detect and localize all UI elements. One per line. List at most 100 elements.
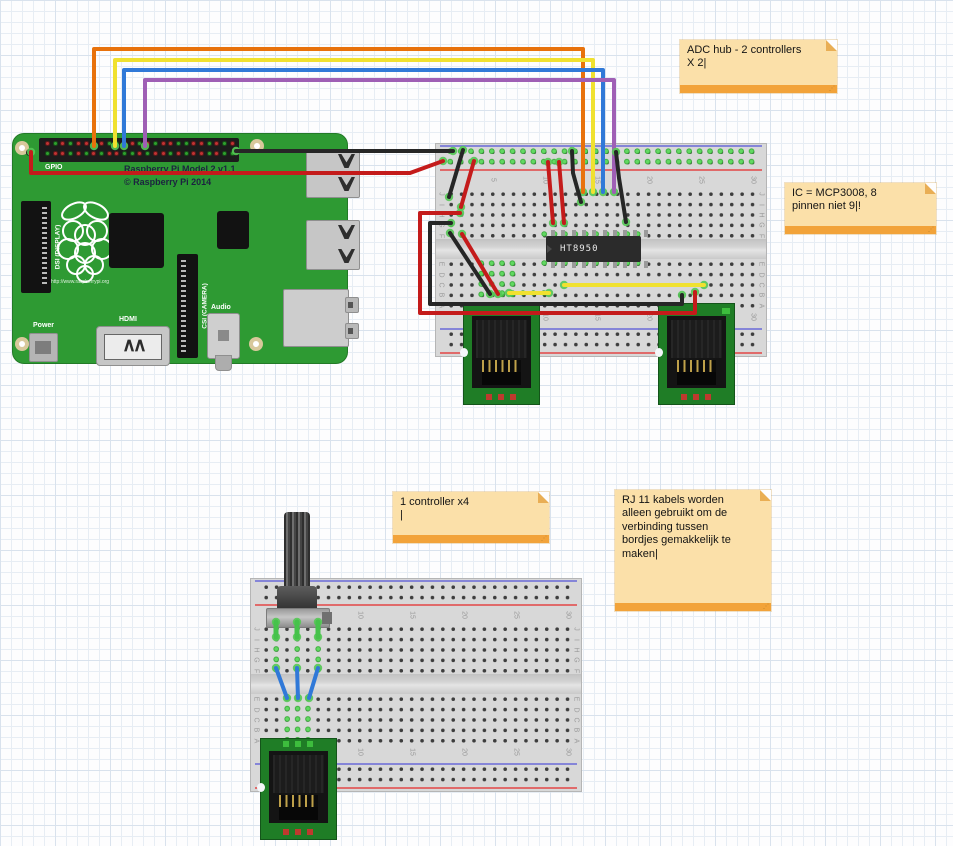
resize-grip-icon[interactable]: ⋰: [928, 226, 934, 234]
dsi-connector[interactable]: [21, 201, 51, 293]
audio-jack[interactable]: [207, 313, 240, 359]
ethernet-port[interactable]: [283, 289, 349, 347]
gpio-pin[interactable]: [168, 151, 173, 156]
ic-pin: [551, 261, 555, 268]
gpio-pin[interactable]: [76, 151, 81, 156]
gpio-pin[interactable]: [184, 151, 189, 156]
row-label: F: [253, 669, 260, 673]
gpio-pin[interactable]: [122, 151, 127, 156]
resize-grip-icon[interactable]: ⋰: [541, 535, 547, 543]
power-connector[interactable]: [29, 333, 58, 362]
hdmi-port[interactable]: ∧∧: [96, 326, 170, 366]
sticky-note-controller[interactable]: 1 controller x4 | ⋰: [393, 492, 549, 543]
note-text[interactable]: ADC hub - 2 controllers X 2|: [680, 40, 837, 85]
rj11-breakout-board[interactable]: [463, 303, 540, 405]
resize-grip-icon[interactable]: ⋰: [829, 85, 835, 93]
gpio-pin[interactable]: [68, 141, 73, 146]
note-text[interactable]: 1 controller x4 |: [393, 492, 549, 535]
row-label: B: [758, 293, 765, 298]
gpio-pin[interactable]: [130, 141, 135, 146]
gpio-pin[interactable]: [45, 151, 50, 156]
gpio-pin[interactable]: [176, 141, 181, 146]
gpio-pin[interactable]: [207, 151, 212, 156]
gpio-pin[interactable]: [184, 141, 189, 146]
note-text[interactable]: IC = MCP3008, 8 pinnen niet 9|!: [785, 183, 936, 226]
gpio-pin[interactable]: [168, 141, 173, 146]
gpio-pin[interactable]: [53, 141, 58, 146]
gpio-pin[interactable]: [214, 151, 219, 156]
ic-pin: [592, 261, 596, 268]
row-label: G: [573, 658, 580, 663]
gpio-pin[interactable]: [230, 141, 235, 146]
note-bar[interactable]: ⋰: [785, 226, 936, 234]
rj11-gold-pins: [482, 360, 521, 372]
gpio-pin[interactable]: [153, 151, 158, 156]
gpio-pin[interactable]: [176, 151, 181, 156]
usb-port-bottom[interactable]: [306, 220, 360, 270]
gpio-pin[interactable]: [145, 151, 150, 156]
gpio-pin[interactable]: [130, 151, 135, 156]
row-label: D: [758, 272, 765, 277]
gpio-pin[interactable]: [199, 151, 204, 156]
gpio-pin[interactable]: [76, 141, 81, 146]
note-fold-icon: [760, 490, 771, 501]
power-label: Power: [33, 322, 54, 329]
ic-chip[interactable]: HT8950: [546, 236, 641, 262]
rj11-breakout-board[interactable]: [658, 303, 735, 405]
row-label: I: [438, 204, 445, 206]
row-label: D: [438, 272, 445, 277]
gpio-pin[interactable]: [191, 141, 196, 146]
rj11-breakout-board[interactable]: [260, 738, 337, 840]
gpio-pin[interactable]: [68, 151, 73, 156]
audio-barrel: [215, 355, 232, 371]
gpio-pin[interactable]: [114, 151, 119, 156]
gpio-pin[interactable]: [230, 151, 235, 156]
gpio-pin[interactable]: [45, 141, 50, 146]
row-label: C: [438, 282, 445, 287]
gpio-pin[interactable]: [84, 151, 89, 156]
potentiometer-shaft[interactable]: [284, 512, 310, 590]
solder-pad-red: [498, 394, 504, 400]
gpio-pin[interactable]: [84, 141, 89, 146]
sticky-note-adc-hub[interactable]: ADC hub - 2 controllers X 2| ⋰: [680, 40, 837, 93]
resize-grip-icon[interactable]: ⋰: [763, 603, 769, 611]
gpio-pin[interactable]: [107, 151, 112, 156]
gpio-pin[interactable]: [99, 141, 104, 146]
rj11-jack: [667, 316, 726, 388]
gpio-pin[interactable]: [207, 141, 212, 146]
gpio-pin[interactable]: [191, 151, 196, 156]
gpio-pin[interactable]: [60, 141, 65, 146]
soc-chip[interactable]: [109, 213, 164, 268]
column-label: 10: [356, 611, 363, 619]
sticky-note-mcp3008[interactable]: IC = MCP3008, 8 pinnen niet 9|! ⋰: [785, 183, 936, 234]
gpio-pin[interactable]: [137, 151, 142, 156]
pi-copyright-text: © Raspberry Pi 2014: [124, 177, 211, 187]
gpio-pin[interactable]: [222, 141, 227, 146]
gpio-pin[interactable]: [53, 151, 58, 156]
note-bar[interactable]: ⋰: [680, 85, 837, 93]
gpio-header[interactable]: [39, 138, 239, 162]
column-label: 20: [460, 748, 467, 756]
gpio-pin[interactable]: [199, 141, 204, 146]
dsi-label: DSI (DISPLAY): [55, 225, 62, 270]
gpio-pin[interactable]: [161, 151, 166, 156]
row-label: H: [253, 647, 260, 652]
csi-connector[interactable]: [177, 254, 198, 358]
gpio-pin[interactable]: [214, 141, 219, 146]
gpio-pin[interactable]: [107, 141, 112, 146]
gpio-pin[interactable]: [60, 151, 65, 156]
gpio-pin[interactable]: [91, 151, 96, 156]
note-bar[interactable]: ⋰: [393, 535, 549, 543]
note-bar[interactable]: ⋰: [615, 603, 771, 611]
gpio-pin[interactable]: [161, 141, 166, 146]
gpio-pin[interactable]: [137, 141, 142, 146]
gpio-pin[interactable]: [222, 151, 227, 156]
row-label: G: [758, 223, 765, 228]
gpio-pin[interactable]: [99, 151, 104, 156]
blue-jumper-2[interactable]: [297, 668, 298, 698]
gpio-pin[interactable]: [153, 141, 158, 146]
note-text[interactable]: RJ 11 kabels worden alleen gebruikt om d…: [615, 490, 771, 603]
center-channel: [251, 674, 581, 694]
secondary-chip[interactable]: [217, 211, 249, 249]
sticky-note-rj11[interactable]: RJ 11 kabels worden alleen gebruikt om d…: [615, 490, 771, 611]
